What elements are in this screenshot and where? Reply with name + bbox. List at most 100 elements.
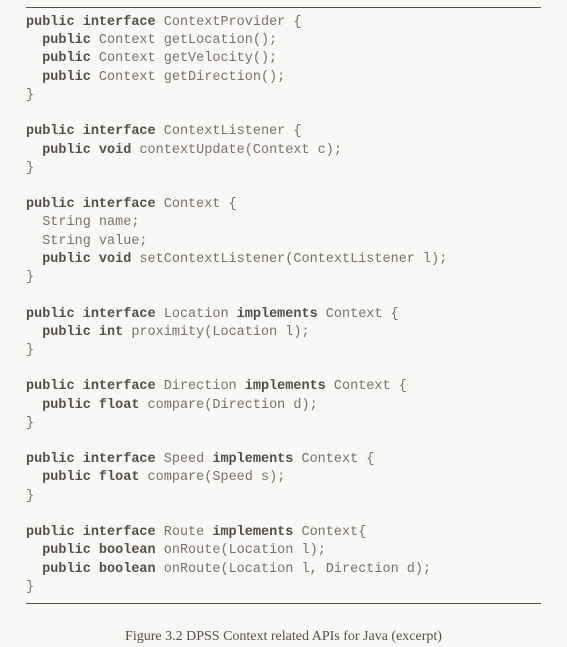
identifier: Context getDirection bbox=[99, 70, 261, 85]
code-line bbox=[26, 287, 541, 305]
keyword: public bbox=[42, 70, 91, 85]
code-line: } bbox=[26, 269, 541, 287]
keyword: public bbox=[26, 307, 75, 322]
identifier: Context bbox=[334, 379, 399, 394]
keyword: public bbox=[26, 452, 75, 467]
identifier: Context bbox=[164, 197, 229, 212]
keyword: float bbox=[99, 398, 140, 413]
identifier: Location bbox=[164, 307, 237, 322]
identifier: Direction d bbox=[212, 398, 301, 413]
code-line: } bbox=[26, 87, 541, 105]
punct: } bbox=[26, 416, 34, 431]
keyword: public bbox=[42, 51, 91, 66]
identifier: Context bbox=[301, 525, 358, 540]
code-line: public Context getDirection(); bbox=[26, 69, 541, 87]
keyword: interface bbox=[83, 15, 156, 30]
keyword: boolean bbox=[99, 562, 156, 577]
punct: } bbox=[26, 161, 34, 176]
punct: { bbox=[229, 197, 237, 212]
keyword: public bbox=[26, 15, 75, 30]
code-line bbox=[26, 506, 541, 524]
code-line: public interface Route implements Contex… bbox=[26, 524, 541, 542]
top-horizontal-rule bbox=[26, 7, 541, 8]
code-line: } bbox=[26, 160, 541, 178]
keyword: public bbox=[42, 470, 91, 485]
punct: ; bbox=[131, 215, 139, 230]
identifier: compare bbox=[148, 398, 205, 413]
punct: (); bbox=[253, 51, 277, 66]
code-line: String name; bbox=[26, 214, 541, 232]
code-line: public void setContextListener(ContextLi… bbox=[26, 251, 541, 269]
identifier: Speed bbox=[164, 452, 213, 467]
punct: ); bbox=[326, 143, 342, 158]
punct: ( bbox=[220, 543, 228, 558]
code-line bbox=[26, 178, 541, 196]
identifier: String name bbox=[42, 215, 131, 230]
code-line: public float compare(Speed s); bbox=[26, 469, 541, 487]
code-listing: public interface ContextProvider { publi… bbox=[26, 14, 541, 597]
punct: { bbox=[293, 15, 301, 30]
identifier: Direction bbox=[164, 379, 245, 394]
code-line: public interface Direction implements Co… bbox=[26, 378, 541, 396]
keyword: int bbox=[99, 325, 123, 340]
code-line: public interface Context { bbox=[26, 196, 541, 214]
code-line: public float compare(Direction d); bbox=[26, 397, 541, 415]
identifier: Location l bbox=[229, 562, 310, 577]
punct: , bbox=[310, 562, 326, 577]
keyword: interface bbox=[83, 197, 156, 212]
identifier: ContextListener bbox=[164, 124, 294, 139]
code-line: public interface Location implements Con… bbox=[26, 306, 541, 324]
identifier: Route bbox=[164, 525, 213, 540]
punct: ); bbox=[302, 398, 318, 413]
code-line: public interface ContextListener { bbox=[26, 123, 541, 141]
identifier: contextUpdate bbox=[139, 143, 244, 158]
code-line: public Context getVelocity(); bbox=[26, 50, 541, 68]
keyword: public bbox=[26, 124, 75, 139]
keyword: implements bbox=[212, 525, 293, 540]
code-line bbox=[26, 433, 541, 451]
bottom-horizontal-rule bbox=[26, 603, 541, 604]
punct: } bbox=[26, 88, 34, 103]
keyword: implements bbox=[245, 379, 326, 394]
code-line: public boolean onRoute(Location l); bbox=[26, 542, 541, 560]
punct: { bbox=[399, 379, 407, 394]
punct: ); bbox=[415, 562, 431, 577]
punct: { bbox=[366, 452, 374, 467]
punct: ); bbox=[269, 470, 285, 485]
keyword: void bbox=[99, 143, 131, 158]
keyword: public bbox=[42, 398, 91, 413]
punct: ); bbox=[310, 543, 326, 558]
identifier: ContextProvider bbox=[164, 15, 294, 30]
keyword: public bbox=[42, 543, 91, 558]
punct: } bbox=[26, 489, 34, 504]
code-line: public interface Speed implements Contex… bbox=[26, 451, 541, 469]
keyword: interface bbox=[83, 452, 156, 467]
figure-caption: Figure 3.2 DPSS Context related APIs for… bbox=[26, 628, 541, 647]
keyword: public bbox=[26, 525, 75, 540]
identifier: Location l bbox=[212, 325, 293, 340]
keyword: implements bbox=[212, 452, 293, 467]
code-line bbox=[26, 105, 541, 123]
identifier: Context bbox=[301, 452, 366, 467]
identifier: Context getVelocity bbox=[99, 51, 253, 66]
keyword: public bbox=[42, 325, 91, 340]
punct: ); bbox=[431, 252, 447, 267]
punct: (); bbox=[261, 70, 285, 85]
code-line: } bbox=[26, 415, 541, 433]
punct: } bbox=[26, 343, 34, 358]
keyword: float bbox=[99, 470, 140, 485]
code-line: String value; bbox=[26, 233, 541, 251]
identifier: compare bbox=[148, 470, 205, 485]
identifier: proximity bbox=[131, 325, 204, 340]
code-line: } bbox=[26, 579, 541, 597]
code-line: public int proximity(Location l); bbox=[26, 324, 541, 342]
identifier: Speed s bbox=[212, 470, 269, 485]
identifier: Context getLocation bbox=[99, 33, 253, 48]
keyword: implements bbox=[237, 307, 318, 322]
identifier: setContextListener bbox=[139, 252, 285, 267]
code-line: public interface ContextProvider { bbox=[26, 14, 541, 32]
identifier: Direction d bbox=[326, 562, 415, 577]
code-line bbox=[26, 360, 541, 378]
code-line: public void contextUpdate(Context c); bbox=[26, 142, 541, 160]
code-line: } bbox=[26, 342, 541, 360]
